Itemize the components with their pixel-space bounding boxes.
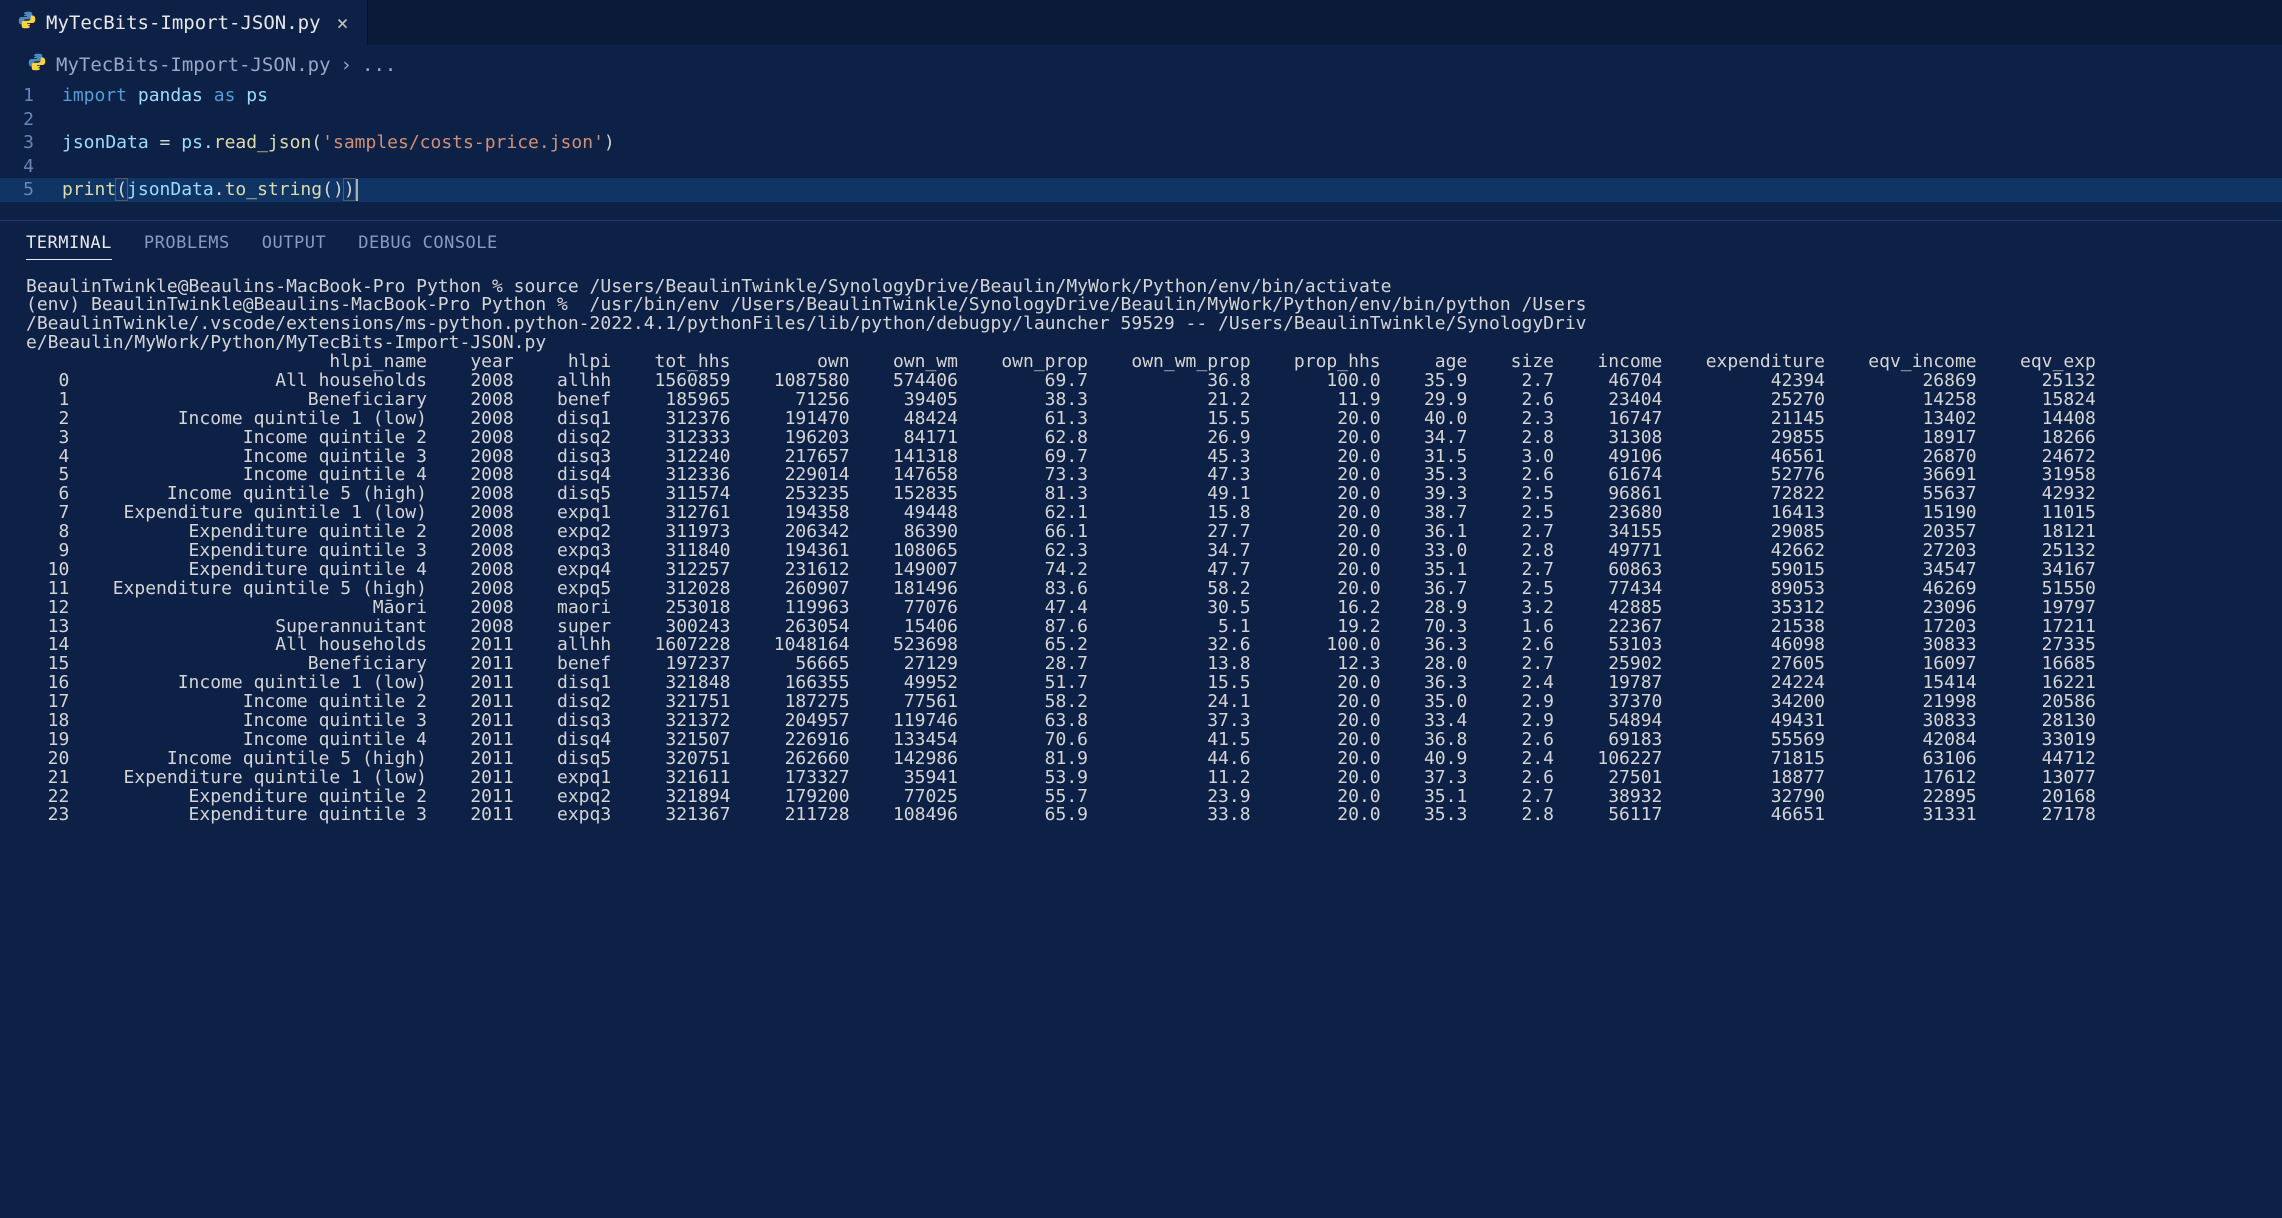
- code-line[interactable]: 3 jsonData = ps.read_json('samples/costs…: [0, 131, 2282, 155]
- tab-output[interactable]: OUTPUT: [262, 233, 326, 260]
- line-number: 5: [0, 179, 62, 200]
- terminal-line: 0 All households 2008 allhh 1560859 1087…: [26, 372, 2256, 391]
- breadcrumb-file: MyTecBits-Import-JSON.py: [56, 54, 331, 76]
- code-line[interactable]: 1 import pandas as ps: [0, 84, 2282, 108]
- breadcrumb-rest: ...: [362, 54, 396, 76]
- code-editor[interactable]: 1 import pandas as ps 2 3 jsonData = ps.…: [0, 82, 2282, 220]
- file-tab[interactable]: MyTecBits-Import-JSON.py ×: [0, 0, 368, 45]
- tab-debug-console[interactable]: DEBUG CONSOLE: [358, 233, 498, 260]
- code-line[interactable]: 4: [0, 155, 2282, 179]
- terminal-line: 21 Expenditure quintile 1 (low) 2011 exp…: [26, 769, 2256, 788]
- terminal-line: 10 Expenditure quintile 4 2008 expq4 312…: [26, 561, 2256, 580]
- chevron-right-icon: ›: [341, 54, 352, 76]
- code-line[interactable]: 2: [0, 108, 2282, 132]
- line-number: 1: [0, 85, 62, 106]
- terminal-line: 23 Expenditure quintile 3 2011 expq3 321…: [26, 806, 2256, 825]
- line-number: 2: [0, 109, 62, 130]
- terminal-line: 3 Income quintile 2 2008 disq2 312333 19…: [26, 429, 2256, 448]
- terminal-line: 1 Beneficiary 2008 benef 185965 71256 39…: [26, 391, 2256, 410]
- tab-terminal[interactable]: TERMINAL: [26, 233, 112, 260]
- python-icon: [28, 53, 46, 76]
- panel-tabs: TERMINAL PROBLEMS OUTPUT DEBUG CONSOLE: [0, 221, 2282, 270]
- line-number: 4: [0, 156, 62, 177]
- text-cursor: [356, 179, 358, 201]
- tab-problems[interactable]: PROBLEMS: [144, 233, 230, 260]
- python-icon: [18, 11, 36, 34]
- terminal-line: 11 Expenditure quintile 5 (high) 2008 ex…: [26, 580, 2256, 599]
- tab-filename: MyTecBits-Import-JSON.py: [46, 12, 321, 34]
- line-number: 3: [0, 132, 62, 153]
- terminal-line: 2 Income quintile 1 (low) 2008 disq1 312…: [26, 410, 2256, 429]
- terminal-output[interactable]: BeaulinTwinkle@Beaulins-MacBook-Pro Pyth…: [0, 270, 2282, 834]
- terminal-line: 12 Māori 2008 maori 253018 119963 77076 …: [26, 599, 2256, 618]
- terminal-line: 20 Income quintile 5 (high) 2011 disq5 3…: [26, 750, 2256, 769]
- code-line-active[interactable]: 5 print(jsonData.to_string()): [0, 178, 2282, 202]
- tab-bar: MyTecBits-Import-JSON.py ×: [0, 0, 2282, 45]
- breadcrumb[interactable]: MyTecBits-Import-JSON.py › ...: [0, 45, 2282, 82]
- close-icon[interactable]: ×: [331, 11, 349, 35]
- terminal-line: 19 Income quintile 4 2011 disq4 321507 2…: [26, 731, 2256, 750]
